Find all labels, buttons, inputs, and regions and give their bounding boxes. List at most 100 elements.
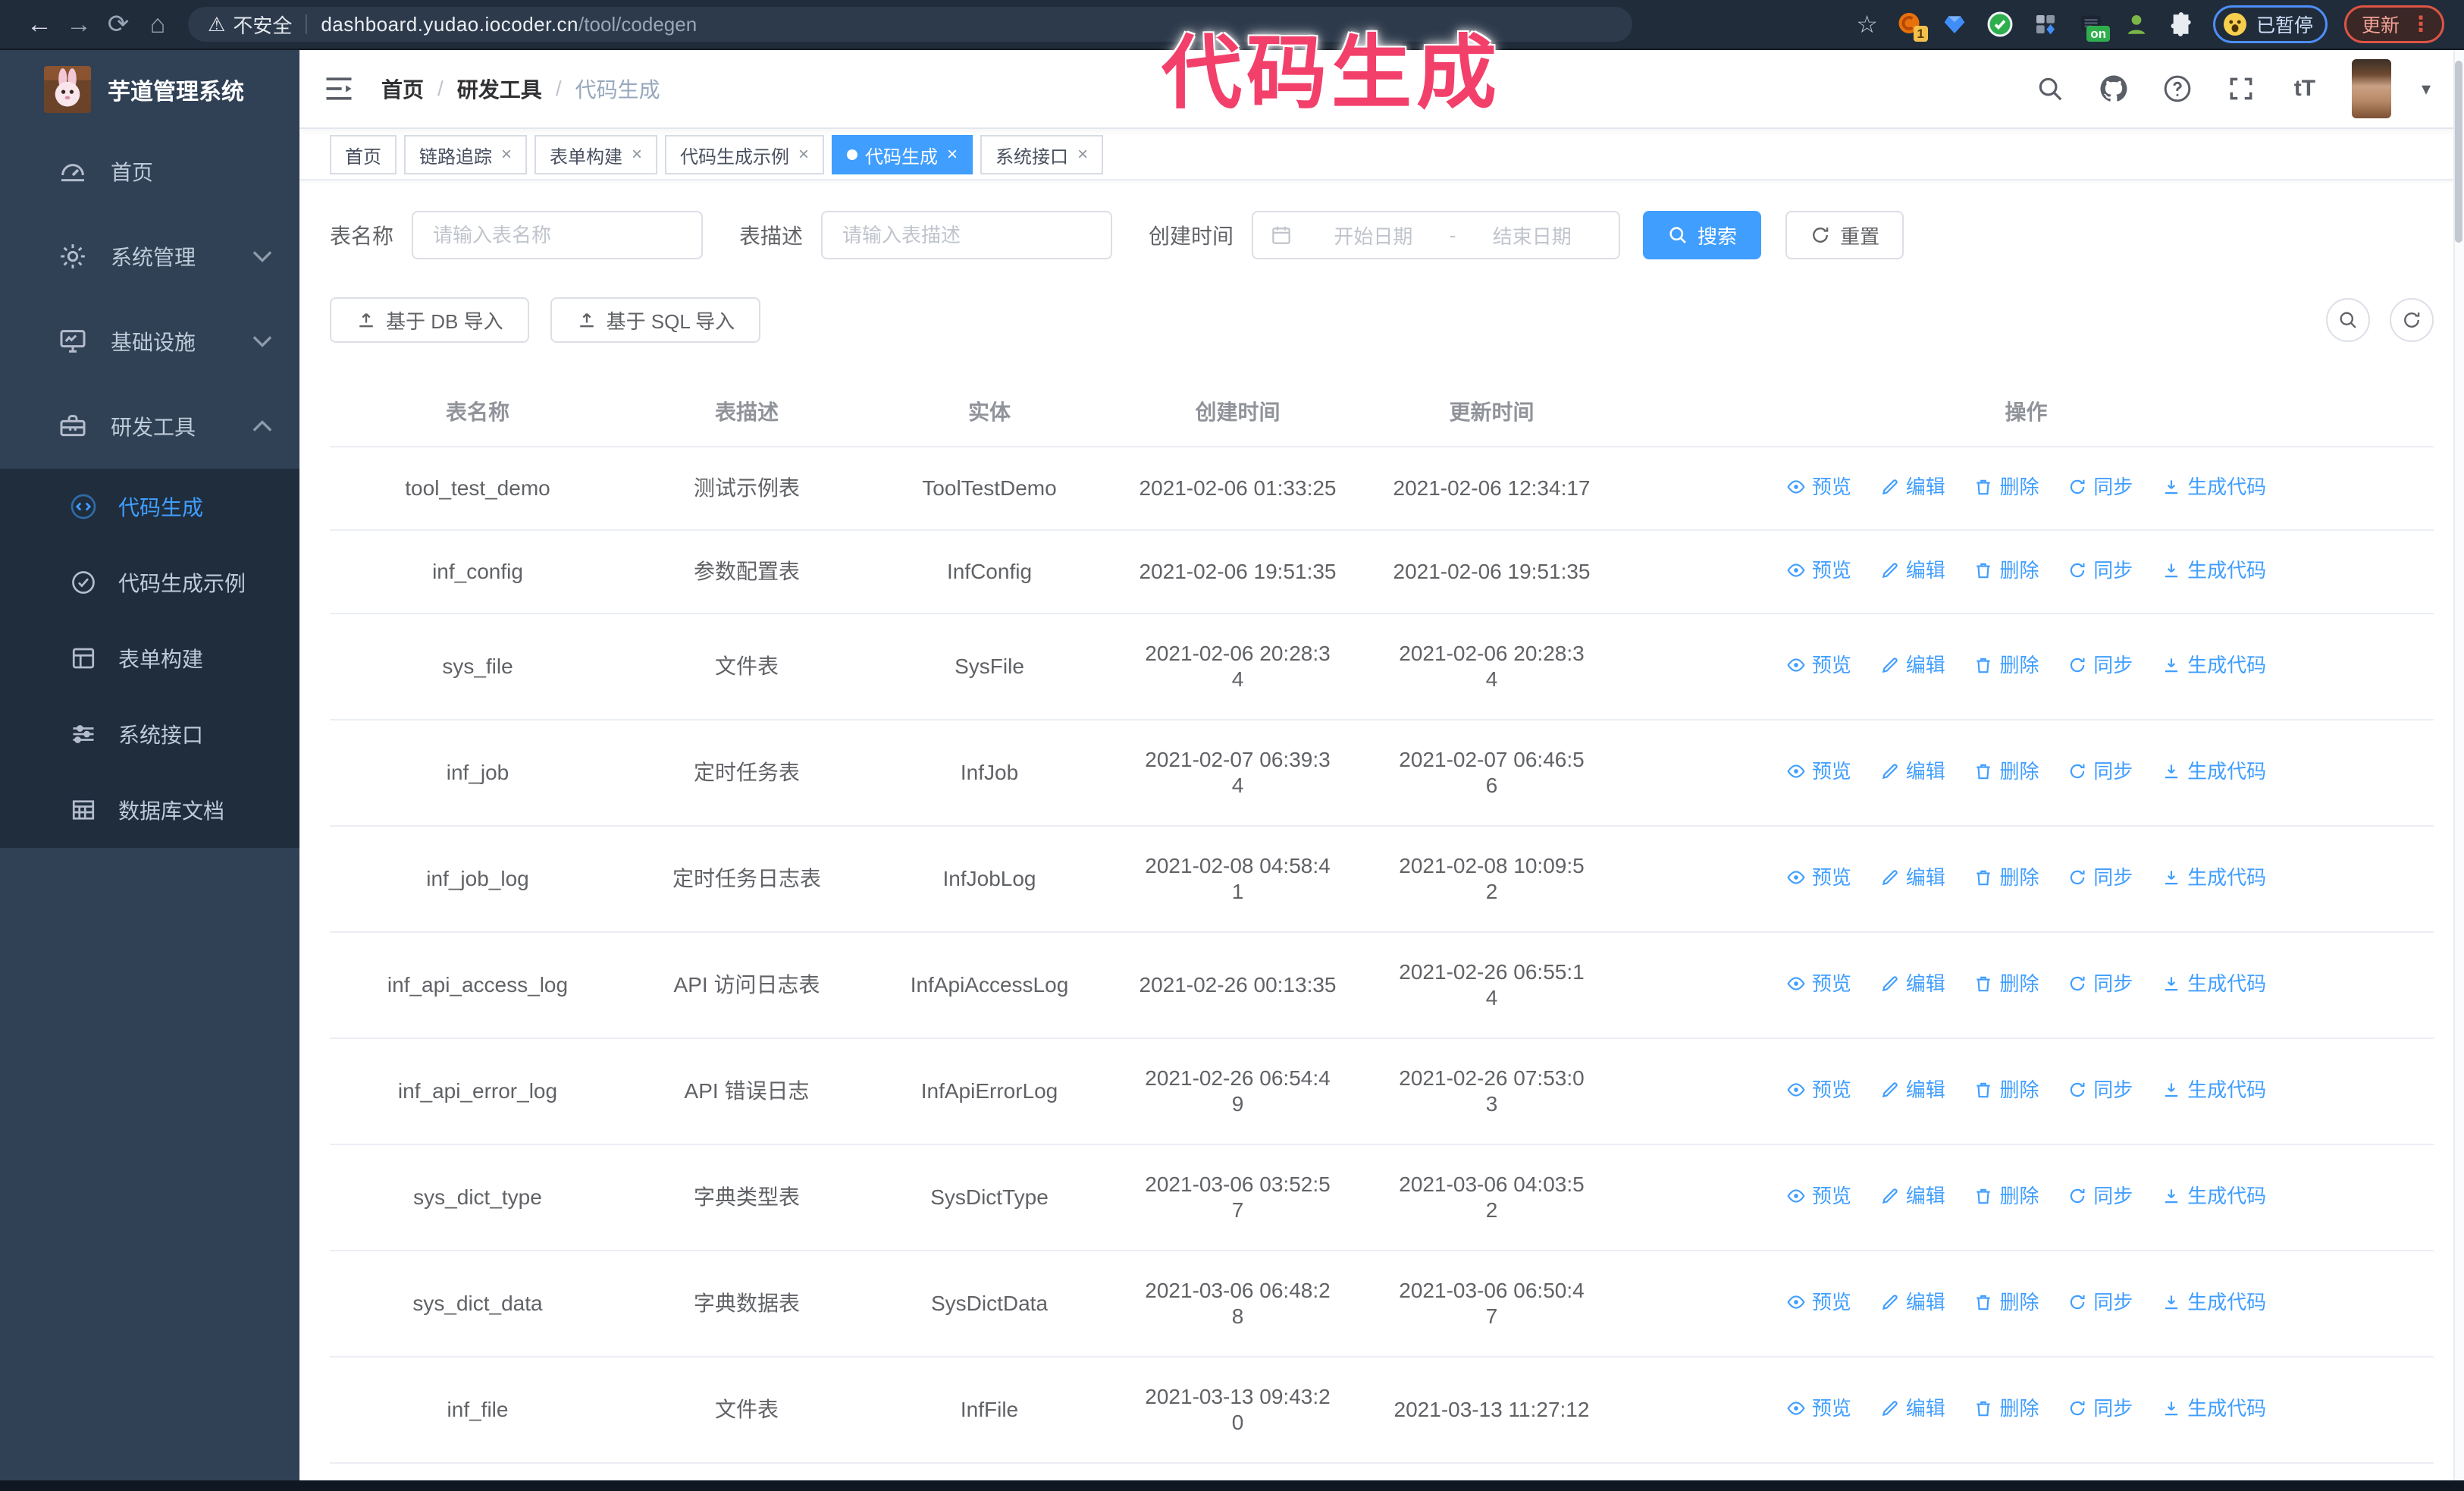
- sidebar-item-form-builder[interactable]: 表单构建: [0, 620, 299, 696]
- table-name-input[interactable]: [412, 211, 704, 259]
- github-icon[interactable]: [2097, 72, 2130, 105]
- sidebar-item-system-interface[interactable]: 系统接口: [0, 696, 299, 772]
- generate-code-button[interactable]: 生成代码: [2161, 865, 2266, 890]
- refresh-table-button[interactable]: [2390, 298, 2434, 342]
- edit-button[interactable]: 编辑: [1880, 758, 1945, 784]
- delete-button[interactable]: 删除: [1973, 1289, 2039, 1315]
- delete-button[interactable]: 删除: [1973, 1077, 2039, 1103]
- delete-button[interactable]: 删除: [1973, 652, 2039, 678]
- preview-button[interactable]: 预览: [1786, 865, 1851, 890]
- edit-button[interactable]: 编辑: [1880, 474, 1945, 500]
- edit-button[interactable]: 编辑: [1880, 971, 1945, 997]
- sync-button[interactable]: 同步: [2067, 474, 2133, 500]
- help-icon[interactable]: [2161, 72, 2194, 105]
- extension-check-icon[interactable]: [1986, 10, 2014, 39]
- delete-button[interactable]: 删除: [1973, 1395, 2039, 1421]
- extension-person-icon[interactable]: [2122, 10, 2151, 39]
- delete-button[interactable]: 删除: [1973, 971, 2039, 997]
- sync-button[interactable]: 同步: [2067, 652, 2133, 678]
- browser-home-button[interactable]: ⌂: [138, 5, 177, 44]
- generate-code-button[interactable]: 生成代码: [2161, 557, 2266, 583]
- close-icon[interactable]: ×: [632, 144, 642, 165]
- extension-dark-icon[interactable]: on: [2077, 10, 2110, 42]
- edit-button[interactable]: 编辑: [1880, 1289, 1945, 1315]
- browser-menu-dots-icon[interactable]: ⋮: [2410, 13, 2431, 35]
- extension-orange-icon[interactable]: 1: [1895, 10, 1928, 42]
- preview-button[interactable]: 预览: [1786, 474, 1851, 500]
- close-icon[interactable]: ×: [501, 144, 512, 165]
- close-icon[interactable]: ×: [947, 144, 958, 165]
- edit-button[interactable]: 编辑: [1880, 1395, 1945, 1421]
- delete-button[interactable]: 删除: [1973, 1183, 2039, 1209]
- breadcrumb-dev-tools[interactable]: 研发工具: [457, 74, 542, 104]
- delete-button[interactable]: 删除: [1973, 865, 2039, 890]
- close-icon[interactable]: ×: [798, 144, 809, 165]
- toggle-search-button[interactable]: [2326, 298, 2370, 342]
- profile-paused-badge[interactable]: 已暂停: [2212, 5, 2328, 43]
- generate-code-button[interactable]: 生成代码: [2161, 1077, 2266, 1103]
- bookmark-star-icon[interactable]: ☆: [1856, 10, 1878, 39]
- tab-codegen[interactable]: 代码生成 ×: [832, 135, 973, 174]
- preview-button[interactable]: 预览: [1786, 1077, 1851, 1103]
- sync-button[interactable]: 同步: [2067, 758, 2133, 784]
- sidebar-item-code-generation[interactable]: 代码生成: [0, 469, 299, 545]
- edit-button[interactable]: 编辑: [1880, 1077, 1945, 1103]
- preview-button[interactable]: 预览: [1786, 1289, 1851, 1315]
- generate-code-button[interactable]: 生成代码: [2161, 1395, 2266, 1421]
- delete-button[interactable]: 删除: [1973, 557, 2039, 583]
- avatar-caret-icon[interactable]: ▾: [2422, 78, 2431, 100]
- font-size-icon[interactable]: tT: [2288, 72, 2321, 105]
- edit-button[interactable]: 编辑: [1880, 652, 1945, 678]
- preview-button[interactable]: 预览: [1786, 971, 1851, 997]
- import-db-button[interactable]: 基于 DB 导入: [330, 297, 529, 343]
- generate-code-button[interactable]: 生成代码: [2161, 1289, 2266, 1315]
- browser-update-button[interactable]: 更新 ⋮: [2343, 5, 2444, 43]
- extension-grid-icon[interactable]: [2031, 10, 2060, 39]
- breadcrumb-home[interactable]: 首页: [381, 74, 424, 104]
- tab-trace[interactable]: 链路追踪 ×: [404, 135, 528, 174]
- sidebar-item-infrastructure[interactable]: 基础设施: [0, 299, 299, 384]
- browser-reload-button[interactable]: ⟳: [99, 5, 138, 44]
- import-sql-button[interactable]: 基于 SQL 导入: [550, 297, 761, 343]
- sidebar-fold-icon[interactable]: [322, 72, 356, 105]
- sync-button[interactable]: 同步: [2067, 1289, 2133, 1315]
- preview-button[interactable]: 预览: [1786, 652, 1851, 678]
- sidebar-item-system-management[interactable]: 系统管理: [0, 214, 299, 299]
- date-range-picker[interactable]: 开始日期 - 结束日期: [1252, 211, 1621, 259]
- generate-code-button[interactable]: 生成代码: [2161, 474, 2266, 500]
- preview-button[interactable]: 预览: [1786, 1395, 1851, 1421]
- search-button[interactable]: 搜索: [1643, 211, 1762, 259]
- search-icon[interactable]: [2033, 72, 2067, 105]
- sync-button[interactable]: 同步: [2067, 557, 2133, 583]
- extension-puzzle-icon[interactable]: [2168, 10, 2196, 39]
- reset-button[interactable]: 重置: [1785, 211, 1904, 259]
- browser-forward-button[interactable]: →: [59, 5, 99, 44]
- scrollbar-thumb[interactable]: [2455, 61, 2462, 243]
- sync-button[interactable]: 同步: [2067, 1077, 2133, 1103]
- tab-codegen-example[interactable]: 代码生成示例 ×: [665, 135, 825, 174]
- fullscreen-icon[interactable]: [2224, 72, 2258, 105]
- generate-code-button[interactable]: 生成代码: [2161, 652, 2266, 678]
- sync-button[interactable]: 同步: [2067, 971, 2133, 997]
- generate-code-button[interactable]: 生成代码: [2161, 971, 2266, 997]
- app-logo[interactable]: 芋道管理系统: [0, 50, 299, 129]
- preview-button[interactable]: 预览: [1786, 758, 1851, 784]
- sidebar-item-code-generation-example[interactable]: 代码生成示例: [0, 545, 299, 620]
- sidebar-item-database-docs[interactable]: 数据库文档: [0, 772, 299, 848]
- delete-button[interactable]: 删除: [1973, 474, 2039, 500]
- sidebar-item-dev-tools[interactable]: 研发工具: [0, 384, 299, 469]
- edit-button[interactable]: 编辑: [1880, 1183, 1945, 1209]
- sidebar-item-home[interactable]: 首页: [0, 129, 299, 214]
- sync-button[interactable]: 同步: [2067, 865, 2133, 890]
- generate-code-button[interactable]: 生成代码: [2161, 1183, 2266, 1209]
- tab-home[interactable]: 首页: [330, 135, 397, 174]
- sync-button[interactable]: 同步: [2067, 1183, 2133, 1209]
- edit-button[interactable]: 编辑: [1880, 865, 1945, 890]
- preview-button[interactable]: 预览: [1786, 1183, 1851, 1209]
- generate-code-button[interactable]: 生成代码: [2161, 758, 2266, 784]
- delete-button[interactable]: 删除: [1973, 758, 2039, 784]
- browser-back-button[interactable]: ←: [20, 5, 59, 44]
- preview-button[interactable]: 预览: [1786, 557, 1851, 583]
- sync-button[interactable]: 同步: [2067, 1395, 2133, 1421]
- tab-system-interface[interactable]: 系统接口 ×: [980, 135, 1104, 174]
